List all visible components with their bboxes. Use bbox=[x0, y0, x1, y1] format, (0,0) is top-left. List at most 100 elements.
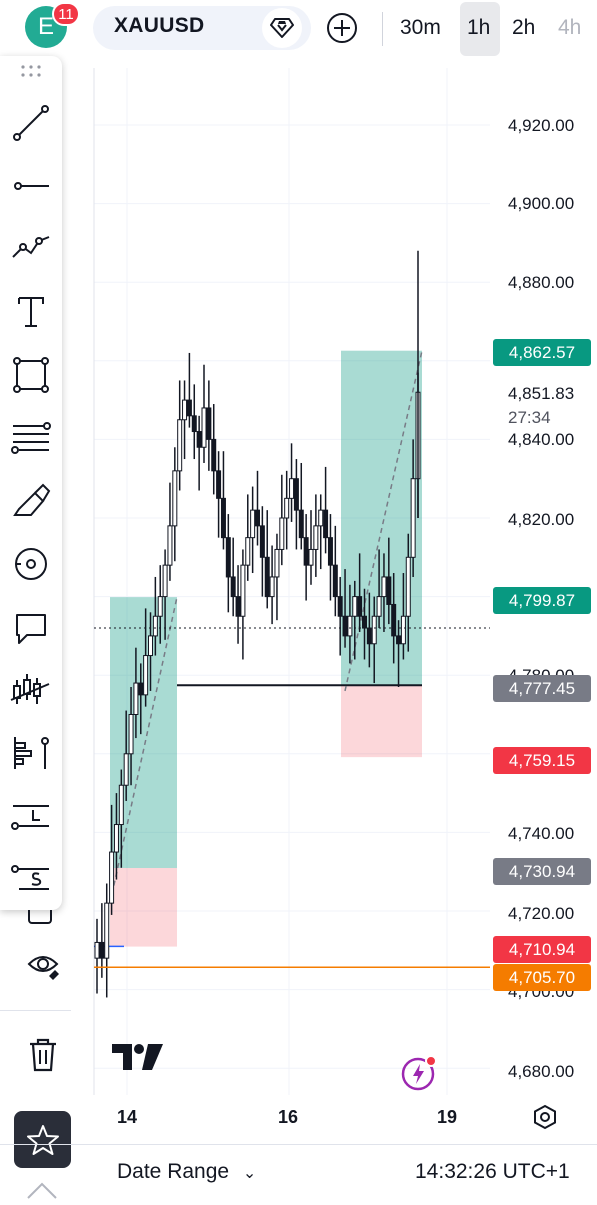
candle-body bbox=[386, 576, 392, 605]
candle-body bbox=[298, 509, 304, 539]
candle-body bbox=[148, 635, 153, 657]
candle bbox=[332, 525, 338, 617]
fib-retracement-tool-icon[interactable] bbox=[8, 415, 54, 461]
lightning-alert-icon[interactable] bbox=[401, 1054, 439, 1097]
candle-body bbox=[167, 525, 173, 566]
price-tag-entry-2[interactable]: 4,777.45 bbox=[493, 675, 591, 702]
candle-body bbox=[269, 576, 275, 598]
price-tag-entry-1[interactable]: 4,730.94 bbox=[493, 858, 591, 885]
candle-body bbox=[400, 615, 406, 645]
candle bbox=[298, 462, 304, 550]
candle bbox=[167, 482, 173, 581]
patterns-tool-icon[interactable] bbox=[8, 667, 54, 713]
price-label: 4,740.00 bbox=[508, 824, 575, 843]
candle-body bbox=[245, 537, 251, 566]
candle bbox=[308, 510, 314, 585]
timeframe-1h[interactable]: 1h bbox=[467, 16, 490, 40]
candle bbox=[240, 549, 246, 660]
position-zones[interactable] bbox=[94, 350, 423, 948]
candle-body bbox=[99, 941, 105, 959]
candle-body bbox=[104, 902, 110, 959]
chevron-up-icon[interactable] bbox=[26, 1182, 58, 1205]
trend-line-tool-icon[interactable] bbox=[8, 100, 54, 146]
candle-body bbox=[405, 556, 411, 617]
divider bbox=[0, 1144, 597, 1145]
candle-body bbox=[225, 537, 231, 578]
candle-body bbox=[191, 415, 197, 433]
price-label: 4,920.00 bbox=[508, 116, 575, 135]
candle-body bbox=[323, 509, 329, 539]
brush-tool-icon[interactable] bbox=[8, 478, 54, 524]
candle bbox=[220, 451, 226, 550]
candle-body bbox=[250, 509, 256, 539]
price-tag-stop-2[interactable]: 4,759.15 bbox=[493, 747, 591, 774]
candle bbox=[211, 404, 217, 495]
candle-body bbox=[172, 470, 178, 527]
candle-body bbox=[279, 517, 285, 550]
notification-badge: 11 bbox=[52, 2, 80, 26]
horizontal-ray-tool-icon[interactable] bbox=[8, 163, 54, 209]
price-label: 4,880.00 bbox=[508, 273, 575, 292]
rectangle-tool-icon[interactable] bbox=[8, 352, 54, 398]
trash-icon[interactable] bbox=[28, 1038, 58, 1077]
candle bbox=[225, 514, 231, 613]
price-tag-horizontal-line[interactable]: 4,705.70 bbox=[493, 964, 591, 991]
candle bbox=[303, 514, 309, 601]
candle-body bbox=[342, 615, 348, 637]
candle bbox=[327, 514, 333, 601]
current-price-label: 4,851.83 bbox=[508, 384, 575, 403]
timeframe-2h[interactable]: 2h bbox=[512, 16, 535, 40]
date-range-button[interactable]: Date Range ⌄ bbox=[117, 1160, 256, 1184]
lock-icon[interactable] bbox=[28, 910, 52, 924]
timezone-clock[interactable]: 14:32:26 UTC+1 bbox=[415, 1160, 570, 1184]
compare-add-button[interactable] bbox=[326, 12, 358, 44]
diamond-icon[interactable] bbox=[262, 8, 302, 48]
candle bbox=[230, 537, 236, 617]
price-tag-target-1[interactable]: 4,799.87 bbox=[493, 587, 591, 614]
candle-body bbox=[259, 525, 265, 558]
candle-body bbox=[230, 576, 236, 598]
candle-body bbox=[220, 497, 226, 539]
candle-body bbox=[376, 596, 382, 617]
candle bbox=[269, 545, 275, 625]
drag-handle-icon[interactable] bbox=[20, 64, 42, 83]
price-tag-stop-1[interactable]: 4,710.94 bbox=[493, 936, 591, 963]
chart-settings-icon[interactable] bbox=[532, 1104, 558, 1135]
candle-body bbox=[133, 682, 139, 715]
candle-body bbox=[396, 635, 402, 645]
candle-body bbox=[332, 564, 338, 598]
symbol-name: XAUUSD bbox=[114, 14, 205, 37]
candle-body bbox=[138, 682, 144, 696]
candle bbox=[172, 447, 178, 562]
candle-body bbox=[366, 627, 372, 645]
timeframe-4h[interactable]: 4h bbox=[558, 16, 581, 40]
date-range-label: Date Range bbox=[117, 1160, 230, 1183]
candle-body bbox=[157, 596, 163, 617]
text-tool-icon[interactable] bbox=[8, 289, 54, 335]
comment-tool-icon[interactable] bbox=[8, 604, 54, 650]
candle bbox=[235, 565, 241, 644]
candle bbox=[293, 459, 299, 550]
candle-body bbox=[109, 851, 115, 904]
candle-body bbox=[123, 753, 129, 786]
candle bbox=[274, 533, 280, 621]
path-tool-icon[interactable] bbox=[8, 226, 54, 272]
candle bbox=[104, 883, 110, 998]
eye-icon[interactable] bbox=[27, 948, 63, 989]
price-label: 4,820.00 bbox=[508, 510, 575, 529]
candle-body bbox=[177, 419, 183, 472]
price-label: 4,840.00 bbox=[508, 430, 575, 449]
candle bbox=[250, 486, 256, 574]
loss-zone bbox=[110, 868, 177, 947]
long-position-tool-icon[interactable] bbox=[8, 793, 54, 839]
favorites-button[interactable] bbox=[14, 1111, 71, 1168]
candle-body bbox=[371, 615, 377, 645]
prediction-tool-icon[interactable] bbox=[8, 730, 54, 776]
price-tag-target-2[interactable]: 4,862.57 bbox=[493, 339, 591, 366]
timeframe-30m[interactable]: 30m bbox=[400, 16, 441, 40]
magnet-tool-icon[interactable] bbox=[8, 541, 54, 587]
candle bbox=[255, 470, 260, 546]
candle-body bbox=[201, 407, 207, 448]
short-position-tool-icon[interactable] bbox=[8, 856, 54, 902]
candle-body bbox=[235, 596, 241, 617]
